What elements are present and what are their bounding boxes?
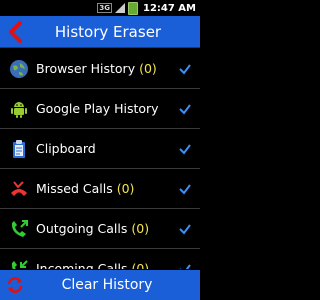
incoming-call-icon — [8, 258, 30, 269]
check-icon — [179, 143, 191, 155]
history-list: Browser History (0) Google Play History — [0, 49, 200, 269]
checkbox[interactable] — [178, 222, 192, 236]
check-icon — [179, 223, 191, 235]
outgoing-call-icon — [8, 218, 30, 240]
list-item-missed-calls[interactable]: Missed Calls (0) — [0, 169, 200, 209]
item-label: Clipboard — [36, 141, 96, 156]
missed-call-icon — [8, 178, 30, 200]
check-icon — [179, 103, 191, 115]
signal-icon — [114, 3, 125, 13]
android-icon — [8, 98, 30, 120]
back-button[interactable] — [0, 16, 30, 48]
bottom-bar: Clear History — [0, 270, 200, 300]
checkbox[interactable] — [178, 62, 192, 76]
check-icon — [179, 263, 191, 269]
check-icon — [179, 183, 191, 195]
back-arrow-icon — [9, 20, 22, 43]
list-item-google-play-history[interactable]: Google Play History — [0, 89, 200, 129]
checkbox[interactable] — [178, 142, 192, 156]
item-label: Browser History — [36, 61, 136, 76]
clear-history-button[interactable]: Clear History — [30, 277, 200, 293]
page-title: History Eraser — [54, 22, 162, 41]
list-item-clipboard[interactable]: Clipboard — [0, 129, 200, 169]
checkbox[interactable] — [178, 262, 192, 269]
item-label: Incoming Calls — [36, 261, 128, 269]
status-bar: 3G 12:47 AM — [0, 0, 200, 16]
check-icon — [179, 63, 191, 75]
checkbox[interactable] — [178, 102, 192, 116]
network-type-indicator: 3G — [97, 3, 112, 13]
checkbox[interactable] — [178, 182, 192, 196]
refresh-button[interactable] — [0, 270, 30, 300]
item-count: (0) — [116, 181, 135, 196]
battery-icon — [127, 1, 138, 15]
refresh-icon — [7, 277, 23, 293]
item-count: (0) — [131, 261, 150, 269]
item-count: (0) — [131, 221, 150, 236]
list-item-browser-history[interactable]: Browser History (0) — [0, 49, 200, 89]
globe-icon — [8, 58, 30, 80]
clipboard-icon — [8, 138, 30, 160]
title-bar: History Eraser — [0, 16, 200, 48]
status-time: 12:47 AM — [142, 2, 196, 14]
item-count: (0) — [139, 61, 157, 76]
item-label: Google Play History — [36, 101, 159, 116]
item-label: Missed Calls — [36, 181, 113, 196]
item-label: Outgoing Calls — [36, 221, 128, 236]
list-item-outgoing-calls[interactable]: Outgoing Calls (0) — [0, 209, 200, 249]
list-item-incoming-calls[interactable]: Incoming Calls (0) — [0, 249, 200, 269]
